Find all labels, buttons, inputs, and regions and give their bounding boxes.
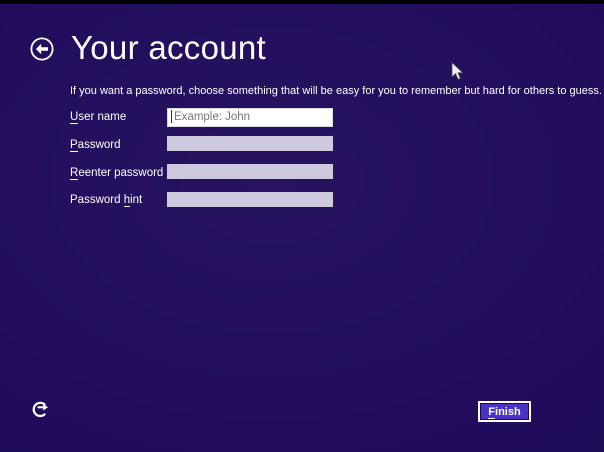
mouse-cursor-icon [451, 61, 464, 81]
password-hint-input-disabled [167, 192, 333, 207]
reenter-password-input-disabled [167, 164, 333, 179]
your-account-setup-screen: Your account If you want a password, cho… [0, 0, 604, 452]
password-label: Password [70, 139, 121, 152]
instruction-text: If you want a password, choose something… [70, 85, 602, 97]
ease-of-access-button[interactable] [29, 398, 51, 420]
text-caret [171, 110, 172, 123]
password-input-disabled [167, 136, 333, 151]
ease-of-access-icon [29, 401, 51, 423]
finish-button[interactable]: Finish [478, 401, 531, 422]
page-title: Your account [71, 29, 267, 66]
back-button[interactable] [30, 37, 54, 61]
username-label: User name [70, 111, 127, 124]
top-black-strip [0, 0, 604, 4]
reenter-password-label: Reenter password [70, 167, 164, 180]
username-field-wrap [167, 107, 333, 127]
password-hint-label: Password hint [70, 194, 143, 207]
username-input[interactable] [167, 107, 333, 127]
back-icon [30, 37, 54, 64]
password-accesskey: P [70, 139, 78, 152]
finish-button-label: Finish [488, 405, 521, 419]
